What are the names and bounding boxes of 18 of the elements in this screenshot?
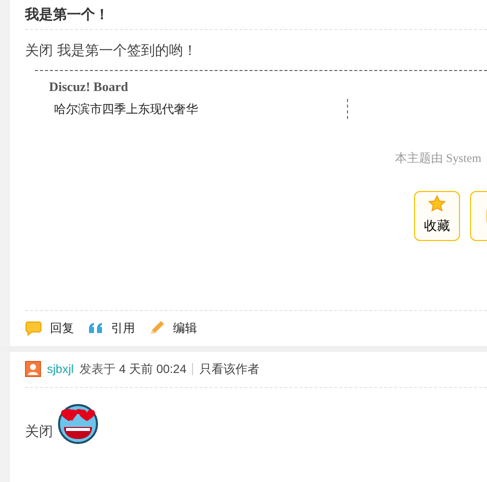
quote-icon <box>88 322 103 334</box>
edit-link[interactable]: 编辑 <box>149 319 197 337</box>
author-only-link[interactable]: 只看该作者 <box>199 360 260 378</box>
quote-link[interactable]: 引用 <box>88 319 135 337</box>
signature-address: 哈尔滨市四季上东现代奢华 <box>53 100 199 118</box>
board-name: Discuz! Board <box>49 78 130 96</box>
heart-eyes-emoticon-icon <box>55 402 101 444</box>
post-body: 关闭 我是第一个签到的哟！ <box>25 40 198 60</box>
favorite-button[interactable]: 收藏 <box>414 190 460 240</box>
pencil-icon <box>149 320 165 336</box>
post-title: 我是第一个！ <box>25 0 487 30</box>
reply-body: 关闭 <box>25 422 53 440</box>
reply-link[interactable]: 回复 <box>25 319 74 337</box>
posted-time: 发表于 4 天前 00:24 <box>80 361 186 378</box>
moderation-note: 本主题由 System <box>395 150 482 166</box>
star-icon <box>428 195 446 212</box>
speech-bubble-icon <box>25 320 42 336</box>
user-avatar-icon <box>25 361 41 377</box>
